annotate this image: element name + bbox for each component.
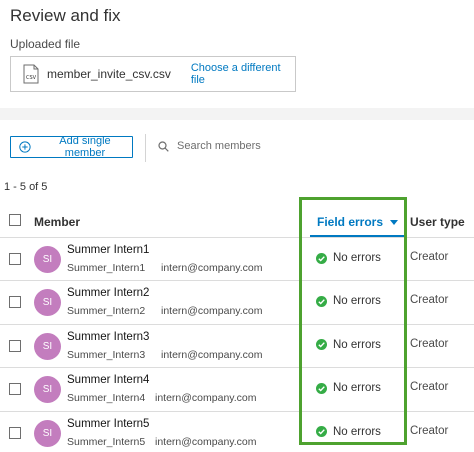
search-box [158, 140, 327, 152]
search-members-input[interactable] [177, 140, 327, 152]
row-checkbox[interactable] [9, 296, 21, 309]
result-count: 1 - 5 of 5 [4, 181, 48, 193]
field-error-status: No errors [316, 252, 381, 264]
member-email: intern@company.com [155, 392, 257, 405]
member-username: Summer_Intern2 [67, 305, 146, 318]
member-username: Summer_Intern1 [67, 262, 146, 274]
status-label: No errors [333, 295, 381, 308]
member-name: Summer Intern1 [67, 244, 150, 256]
check-circle-icon [316, 295, 327, 307]
member-username: Summer_Intern4 [67, 392, 146, 405]
check-circle-icon [316, 339, 327, 351]
check-circle-icon [316, 252, 327, 264]
table-row: SI Summer Intern4 Summer_Intern4 intern@… [0, 368, 474, 412]
row-checkbox[interactable] [9, 339, 21, 352]
table-row: SI Summer Intern2 Summer_Intern2 intern@… [0, 281, 474, 325]
field-error-status: No errors [316, 426, 381, 438]
user-type: Creator [410, 294, 449, 307]
search-icon [158, 140, 169, 152]
add-circle-icon [19, 141, 31, 153]
field-error-status: No errors [316, 295, 381, 307]
status-label: No errors [333, 425, 381, 438]
uploaded-file-label: Uploaded file [10, 37, 81, 51]
member-name: Summer Intern2 [67, 287, 150, 300]
member-name: Summer Intern5 [67, 417, 150, 430]
status-label: No errors [333, 382, 381, 395]
member-name: Summer Intern3 [67, 330, 150, 343]
column-header-user-type: User type [410, 215, 465, 229]
check-circle-icon [316, 426, 327, 438]
column-header-field-errors[interactable]: Field errors [310, 213, 406, 237]
status-label: No errors [333, 338, 381, 351]
uploaded-file-box: CSV member_invite_csv.csv Choose a diffe… [10, 56, 296, 92]
table-row: SI Summer Intern3 Summer_Intern3 intern@… [0, 325, 474, 369]
svg-text:CSV: CSV [26, 75, 37, 81]
avatar: SI [34, 376, 61, 404]
member-email: intern@company.com [161, 348, 263, 361]
member-email: intern@company.com [155, 435, 257, 448]
avatar: SI [34, 419, 61, 447]
status-label: No errors [333, 252, 381, 264]
avatar: SI [34, 332, 61, 360]
file-name: member_invite_csv.csv [47, 67, 171, 81]
add-single-member-label: Add single member [59, 135, 111, 159]
member-name: Summer Intern4 [67, 374, 150, 387]
csv-file-icon: CSV [23, 64, 39, 84]
member-email: intern@company.com [161, 305, 263, 318]
user-type: Creator [410, 381, 449, 394]
field-errors-label: Field errors [317, 215, 384, 229]
row-checkbox[interactable] [9, 426, 21, 439]
sort-down-icon [390, 220, 398, 225]
page-title: Review and fix [10, 6, 121, 25]
table-header: Member Field errors User type [0, 204, 474, 238]
select-all-checkbox[interactable] [9, 214, 21, 226]
avatar: SI [34, 289, 61, 317]
user-type: Creator [410, 337, 449, 350]
member-username: Summer_Intern3 [67, 348, 146, 361]
add-single-member-button[interactable]: Add single member [10, 135, 133, 159]
table-row: SI Summer Intern5 Summer_Intern5 intern@… [0, 412, 474, 452]
section-divider [0, 108, 474, 120]
table-row: SI Summer Intern1 Summer_Intern1 intern@… [0, 238, 474, 282]
choose-different-file-link[interactable]: Choose a different file [191, 62, 295, 86]
toolbar-divider [145, 134, 146, 162]
avatar: SI [34, 246, 61, 273]
user-type: Creator [410, 424, 449, 437]
field-error-status: No errors [316, 339, 381, 351]
row-checkbox[interactable] [9, 383, 21, 396]
row-checkbox[interactable] [9, 253, 21, 265]
user-type: Creator [410, 251, 449, 263]
members-table: Member Field errors User type SI Summer … [0, 204, 474, 452]
check-circle-icon [316, 382, 327, 394]
column-header-member: Member [34, 215, 81, 229]
member-username: Summer_Intern5 [67, 435, 146, 448]
member-email: intern@company.com [161, 262, 263, 274]
field-error-status: No errors [316, 382, 381, 394]
